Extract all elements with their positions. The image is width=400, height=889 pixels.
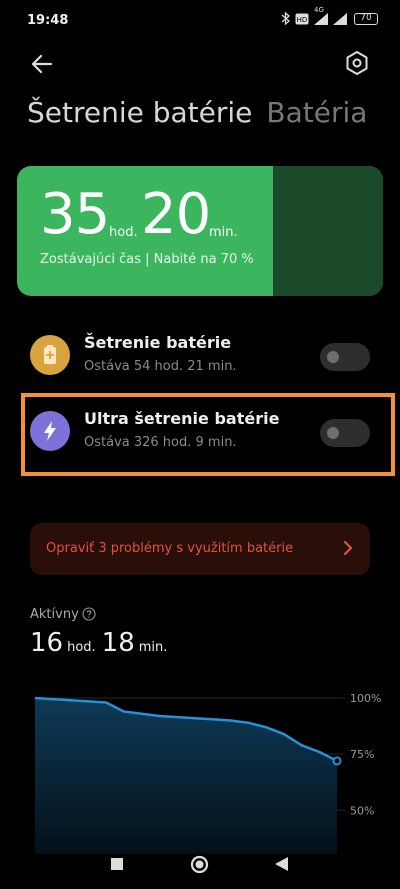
battery-level-chart: 100% 75% 50% bbox=[34, 692, 381, 854]
battery-saver-icon bbox=[30, 335, 70, 375]
battery-saver-toggle[interactable] bbox=[320, 343, 370, 371]
gear-icon bbox=[346, 51, 368, 75]
network-type-label: 4G bbox=[314, 5, 324, 14]
chart-area-fill bbox=[35, 698, 337, 854]
active-label: Aktívny bbox=[30, 607, 79, 622]
battery-icon: 70 bbox=[354, 12, 378, 25]
chevron-right-icon bbox=[343, 540, 353, 556]
fix-issues-text: Opraviť 3 problémy s využitím batérie bbox=[46, 541, 294, 556]
status-icons: HD 4G 70 bbox=[281, 6, 378, 25]
active-minutes-unit: min. bbox=[138, 640, 168, 655]
active-time: 16 hod. 18 min. bbox=[30, 628, 173, 658]
chart-y-tick-label: 50% bbox=[350, 804, 374, 817]
battery-remaining-card: 35 hod. 20 min. Zostávajúci čas | Nabité… bbox=[17, 166, 383, 296]
active-hours-unit: hod. bbox=[67, 640, 96, 655]
battery-saver-subtitle: Ostáva 54 hod. 21 min. bbox=[84, 359, 237, 374]
home-circle-icon[interactable] bbox=[190, 855, 209, 874]
remaining-hours-unit: hod. bbox=[109, 225, 138, 240]
chart-y-tick-label: 100% bbox=[350, 692, 381, 705]
status-bar: 19:48 HD 4G 70 bbox=[0, 0, 400, 44]
toggle-knob bbox=[327, 351, 339, 363]
recents-square-icon[interactable] bbox=[111, 858, 123, 870]
back-button[interactable] bbox=[28, 50, 58, 78]
header-tabs: Šetrenie batérie Batéria bbox=[27, 96, 367, 129]
active-hours: 16 bbox=[30, 628, 64, 658]
remaining-minutes: 20 bbox=[141, 182, 211, 247]
battery-card-uncharged-area bbox=[273, 166, 383, 296]
arrow-left-icon bbox=[31, 54, 53, 74]
back-triangle-icon[interactable] bbox=[275, 857, 288, 871]
remaining-minutes-unit: min. bbox=[209, 225, 238, 240]
tab-battery-saver[interactable]: Šetrenie batérie bbox=[27, 96, 252, 129]
active-minutes: 18 bbox=[101, 628, 135, 658]
chart-endpoint bbox=[332, 756, 342, 766]
highlight-box bbox=[21, 393, 395, 476]
chart-y-tick-label: 75% bbox=[350, 748, 374, 761]
fix-issues-banner[interactable]: Opraviť 3 problémy s využitím batérie bbox=[30, 523, 370, 575]
battery-level-label: 70 bbox=[360, 12, 372, 23]
bluetooth-icon bbox=[281, 12, 290, 25]
volte-icon: HD bbox=[295, 13, 309, 24]
help-icon[interactable] bbox=[82, 607, 96, 621]
signal-icon bbox=[333, 12, 347, 25]
tab-battery[interactable]: Batéria bbox=[266, 96, 367, 129]
battery-card-subtitle: Zostávajúci čas | Nabité na 70 % bbox=[40, 252, 254, 267]
4g-signal-icon: 4G bbox=[314, 6, 328, 25]
navigation-bar bbox=[0, 840, 400, 889]
svg-text:HD: HD bbox=[297, 16, 308, 24]
status-time: 19:48 bbox=[27, 13, 69, 28]
remaining-hours: 35 bbox=[40, 182, 110, 247]
settings-button[interactable] bbox=[344, 50, 370, 76]
battery-saver-row[interactable]: Šetrenie batérie Ostáva 54 hod. 21 min. bbox=[30, 329, 370, 389]
battery-saver-title: Šetrenie batérie bbox=[84, 333, 232, 352]
